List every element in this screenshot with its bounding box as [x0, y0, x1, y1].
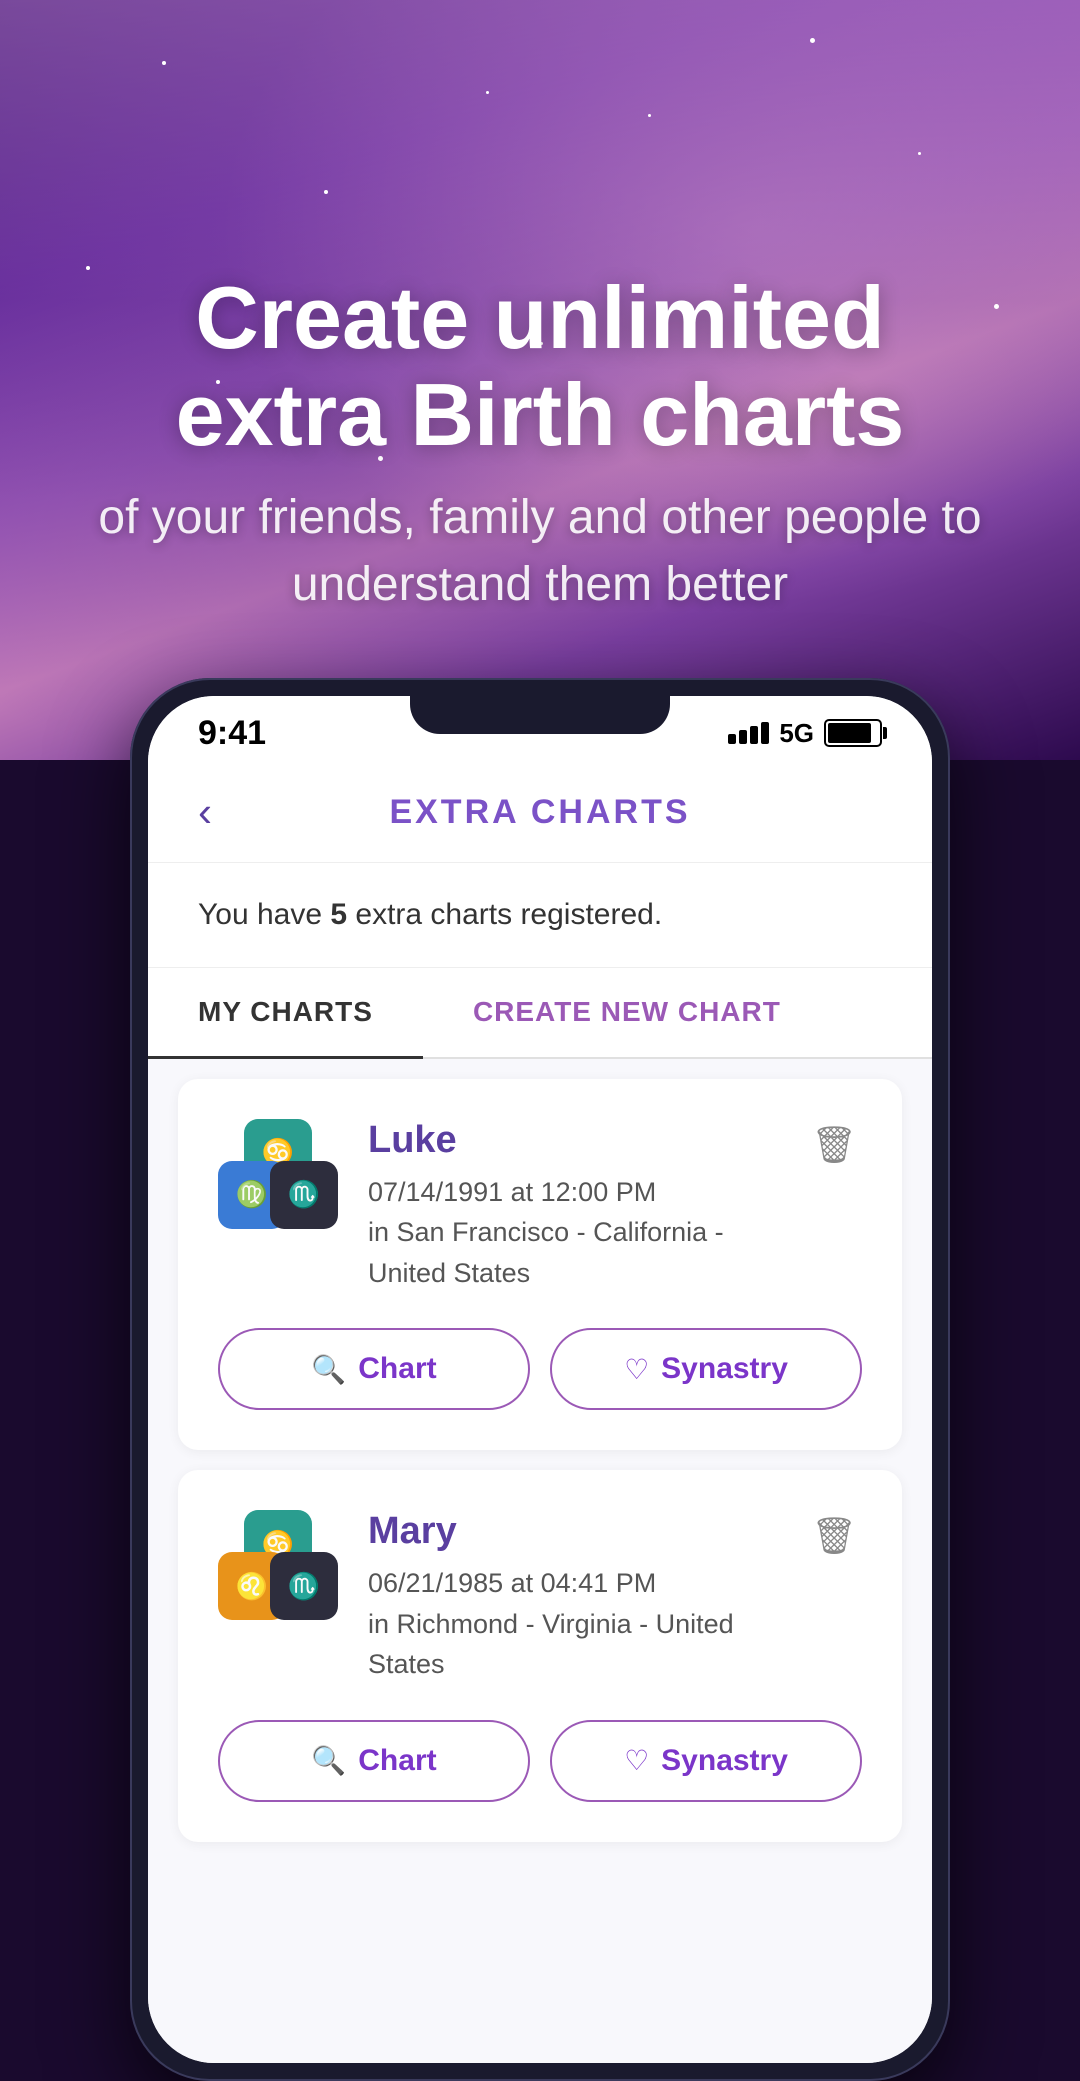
- battery-icon: [824, 719, 882, 747]
- extra-charts-info: You have 5 extra charts registered.: [148, 863, 932, 968]
- chart-card-info-luke: ♋ ♍ ♏ Luke 07/14/1991 at 12:00 PM in San…: [218, 1119, 806, 1294]
- person-name-mary: Mary: [368, 1510, 806, 1553]
- tab-my-charts[interactable]: MY CHARTS: [148, 968, 423, 1059]
- page-title: EXTRA CHARTS: [389, 793, 690, 832]
- network-type: 5G: [779, 718, 814, 749]
- charts-list: ♋ ♍ ♏ Luke 07/14/1991 at 12:00 PM in San…: [148, 1059, 932, 1882]
- phone-mockup: 9:41 5G ‹ EXTRA: [130, 678, 950, 2081]
- status-icons: 5G: [728, 718, 882, 749]
- chart-card-top-luke: ♋ ♍ ♏ Luke 07/14/1991 at 12:00 PM in San…: [218, 1119, 862, 1294]
- person-location-mary: in Richmond - Virginia - United States: [368, 1604, 806, 1685]
- zodiac-hex-scorpio-mary: ♏: [270, 1552, 338, 1620]
- card-actions-luke: 🔍 Chart ♡ Synastry: [218, 1328, 862, 1410]
- signal-bars: [728, 722, 769, 744]
- tab-create-new-chart[interactable]: CREATE NEW CHART: [423, 968, 831, 1057]
- hero-subtitle: of your friends, family and other people…: [60, 484, 1020, 618]
- chart-button-luke[interactable]: 🔍 Chart: [218, 1328, 530, 1410]
- chart-card-top-mary: ♋ ♌ ♏ Mary 06/21/1985 at 04:41 PM in Ric…: [218, 1510, 862, 1685]
- chart-card-luke: ♋ ♍ ♏ Luke 07/14/1991 at 12:00 PM in San…: [178, 1079, 902, 1451]
- search-icon-luke: 🔍: [311, 1353, 346, 1386]
- phone-outer-frame: 9:41 5G ‹ EXTRA: [130, 678, 950, 2081]
- info-text-post: extra charts registered.: [347, 898, 662, 931]
- battery-fill: [828, 723, 871, 743]
- heart-icon-mary: ♡: [624, 1744, 649, 1777]
- status-time: 9:41: [198, 714, 266, 753]
- signal-bar-2: [739, 730, 747, 744]
- person-info-mary: Mary 06/21/1985 at 04:41 PM in Richmond …: [368, 1510, 806, 1685]
- chart-btn-label-luke: Chart: [358, 1352, 436, 1386]
- signal-bar-4: [761, 722, 769, 744]
- zodiac-cluster-luke: ♋ ♍ ♏: [218, 1119, 338, 1229]
- info-text-pre: You have: [198, 898, 330, 931]
- hero-title: Create unlimited extra Birth charts: [60, 270, 1020, 464]
- search-icon-mary: 🔍: [311, 1744, 346, 1777]
- card-actions-mary: 🔍 Chart ♡ Synastry: [218, 1720, 862, 1802]
- signal-bar-1: [728, 734, 736, 744]
- back-button[interactable]: ‹: [198, 788, 212, 836]
- delete-button-mary[interactable]: 🗑: [806, 1510, 862, 1562]
- app-header: ‹ EXTRA CHARTS: [148, 763, 932, 863]
- tabs-container: MY CHARTS CREATE NEW CHART: [148, 968, 932, 1059]
- zodiac-hex-scorpio-luke: ♏: [270, 1161, 338, 1229]
- zodiac-cluster-mary: ♋ ♌ ♏: [218, 1510, 338, 1620]
- phone-inner-screen: 9:41 5G ‹ EXTRA: [148, 696, 932, 2063]
- person-date-mary: 06/21/1985 at 04:41 PM: [368, 1563, 806, 1604]
- app-content: You have 5 extra charts registered. MY C…: [148, 863, 932, 2063]
- person-location-luke: in San Francisco - California - United S…: [368, 1212, 806, 1293]
- chart-card-info-mary: ♋ ♌ ♏ Mary 06/21/1985 at 04:41 PM in Ric…: [218, 1510, 806, 1685]
- person-date-luke: 07/14/1991 at 12:00 PM: [368, 1172, 806, 1213]
- heart-icon-luke: ♡: [624, 1353, 649, 1386]
- delete-button-luke[interactable]: 🗑: [806, 1119, 862, 1171]
- chart-button-mary[interactable]: 🔍 Chart: [218, 1720, 530, 1802]
- person-info-luke: Luke 07/14/1991 at 12:00 PM in San Franc…: [368, 1119, 806, 1294]
- synastry-btn-label-luke: Synastry: [661, 1352, 788, 1386]
- chart-card-mary: ♋ ♌ ♏ Mary 06/21/1985 at 04:41 PM in Ric…: [178, 1470, 902, 1842]
- signal-bar-3: [750, 726, 758, 744]
- person-name-luke: Luke: [368, 1119, 806, 1162]
- synastry-btn-label-mary: Synastry: [661, 1744, 788, 1778]
- synastry-button-luke[interactable]: ♡ Synastry: [550, 1328, 862, 1410]
- hero-section: Create unlimited extra Birth charts of y…: [0, 0, 1080, 618]
- notch: [410, 696, 670, 734]
- status-bar: 9:41 5G: [148, 696, 932, 763]
- synastry-button-mary[interactable]: ♡ Synastry: [550, 1720, 862, 1802]
- charts-count: 5: [330, 898, 347, 931]
- chart-btn-label-mary: Chart: [358, 1744, 436, 1778]
